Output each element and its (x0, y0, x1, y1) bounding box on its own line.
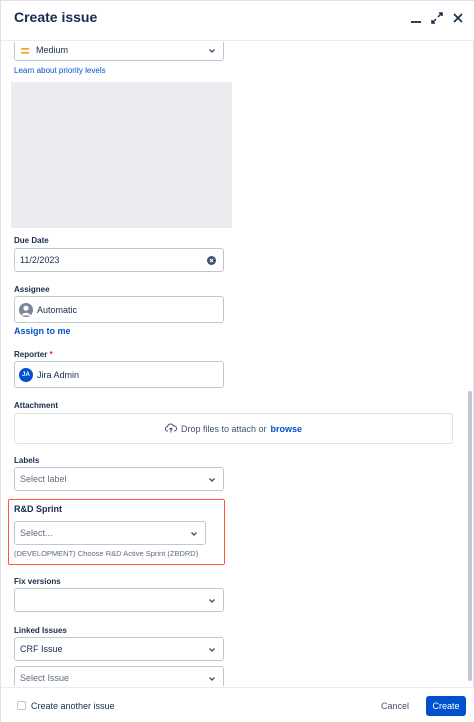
sprint-label: R&D Sprint (14, 504, 62, 514)
labels-placeholder: Select label (20, 474, 67, 484)
reporter-value: Jira Admin (37, 370, 80, 380)
assignee-label: Assignee (14, 285, 50, 294)
priority-value: Medium (36, 45, 69, 55)
chevron-down-icon (208, 646, 216, 654)
chevron-down-icon (208, 675, 216, 683)
assignee-value: Automatic (37, 305, 78, 315)
priority-medium-icon (21, 46, 29, 54)
user-avatar-icon (19, 303, 33, 317)
dialog-title: Create issue (14, 9, 98, 25)
scrollbar-thumb[interactable] (468, 391, 472, 681)
due-date-value: 11/2/2023 (20, 255, 60, 265)
form-body: Medium Learn about priority levels Due D… (1, 42, 474, 686)
reporter-avatar: JA (19, 368, 33, 382)
linked-issue-placeholder: Select Issue (20, 673, 70, 683)
create-another-label[interactable]: Create another issue (31, 701, 115, 711)
labels-label: Labels (14, 456, 40, 465)
expand-icon[interactable] (428, 9, 446, 27)
sprint-helper-text: (DEVELOPMENT) Choose R&D Active Sprint (… (14, 549, 199, 558)
due-date-label: Due Date (14, 236, 49, 245)
sprint-select[interactable]: Select... (14, 521, 206, 545)
priority-select[interactable]: Medium (14, 42, 224, 61)
chevron-down-icon (208, 476, 216, 484)
fix-versions-label: Fix versions (14, 577, 61, 586)
browse-link[interactable]: browse (271, 424, 303, 434)
link-type-select[interactable]: CRF Issue (14, 637, 224, 661)
fix-versions-select[interactable] (14, 588, 224, 612)
reporter-label: Reporter * (14, 350, 53, 359)
cancel-button[interactable]: Cancel (373, 696, 417, 716)
reporter-label-text: Reporter (14, 350, 48, 359)
clear-date-icon[interactable] (207, 256, 216, 265)
create-button[interactable]: Create (426, 696, 466, 716)
image-placeholder (11, 82, 232, 228)
chevron-down-icon (190, 530, 198, 538)
sprint-placeholder: Select... (20, 528, 53, 538)
linked-issues-label: Linked Issues (14, 626, 67, 635)
reporter-select[interactable]: JA Jira Admin (14, 361, 224, 388)
assignee-select[interactable]: Automatic (14, 296, 224, 323)
dialog-header: Create issue (1, 1, 474, 41)
create-another-checkbox[interactable] (17, 701, 26, 710)
required-marker: * (49, 350, 53, 359)
chevron-down-icon (208, 597, 216, 605)
create-issue-dialog: Create issue Medium Learn about priority… (0, 0, 474, 722)
link-type-value: CRF Issue (20, 644, 63, 654)
dialog-footer: Create another issue Cancel Create (1, 687, 474, 722)
close-icon[interactable] (449, 9, 467, 27)
attachment-label: Attachment (14, 401, 59, 410)
labels-select[interactable]: Select label (14, 467, 224, 491)
cloud-upload-icon (164, 423, 177, 435)
due-date-input[interactable]: 11/2/2023 (14, 248, 224, 272)
minimize-icon[interactable] (407, 9, 425, 27)
learn-priority-link[interactable]: Learn about priority levels (14, 66, 106, 75)
linked-issue-select[interactable]: Select Issue (14, 666, 224, 686)
attachment-dropzone[interactable]: Drop files to attach or browse (14, 413, 453, 444)
drop-text: Drop files to attach or (180, 423, 267, 434)
chevron-down-icon (208, 47, 216, 55)
assign-to-me-link[interactable]: Assign to me (14, 326, 71, 336)
